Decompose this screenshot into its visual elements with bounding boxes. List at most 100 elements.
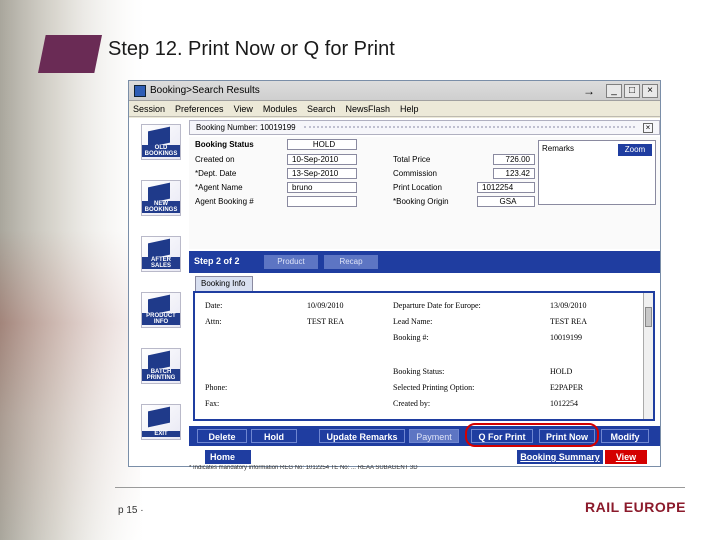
status-bar: * Indicates mandatory information REG No… [189, 465, 418, 471]
date-value: 10/09/2010 [307, 301, 344, 310]
arrow-icon[interactable]: → [578, 84, 600, 98]
sidebar-item-label: OLD BOOKINGS [142, 145, 180, 157]
app-icon [134, 84, 146, 97]
attn-value: TEST REA [307, 317, 344, 326]
tab-strip: Booking Info [189, 273, 660, 291]
booking-status-label: Booking Status: [393, 367, 445, 376]
divider [303, 126, 635, 129]
agent-booking-field[interactable] [287, 196, 357, 207]
home-button[interactable]: Home [205, 450, 251, 464]
booking-number-value: 10019199 [550, 333, 582, 342]
scroll-thumb[interactable] [645, 307, 652, 327]
menu-modules[interactable]: Modules [263, 104, 297, 114]
sidebar-item-label: EXIT [142, 431, 180, 437]
product-info-button[interactable]: PRODUCT INFO [141, 292, 181, 328]
menu-help[interactable]: Help [400, 104, 419, 114]
created-by-label: Created by: [393, 399, 431, 408]
departure-value: 13/09/2010 [550, 301, 587, 310]
exit-button[interactable]: EXIT [141, 404, 181, 440]
action-bar: Delete Hold Update Remarks Payment Q For… [189, 423, 660, 447]
new-bookings-button[interactable]: NEW BOOKINGS [141, 180, 181, 216]
delete-button[interactable]: Delete [197, 429, 247, 443]
sidebar-item-label: PRODUCT INFO [142, 313, 180, 325]
menu-view[interactable]: View [234, 104, 253, 114]
booking-status-value: HOLD [550, 367, 573, 376]
after-sales-button[interactable]: AFTER SALES [141, 236, 181, 272]
sidebar-item-label: BATCH PRINTING [142, 369, 180, 381]
attn-label: Attn: [205, 317, 222, 326]
minimize-button[interactable]: _ [606, 83, 622, 98]
printing-option-value: E2PAPER [550, 383, 584, 392]
booking-summary-button[interactable]: Booking Summary [517, 450, 603, 464]
remarks-box[interactable]: Remarks Zoom [538, 140, 656, 205]
menu-session[interactable]: Session [133, 104, 165, 114]
total-price-label: Total Price [393, 155, 431, 164]
created-by-value: 1012254 [550, 399, 578, 408]
tab-recap[interactable]: Recap [324, 255, 378, 269]
print-options-highlight [465, 423, 599, 447]
menu-preferences[interactable]: Preferences [175, 104, 224, 114]
brand-logo: RAIL EUROPE [585, 499, 686, 515]
total-price-value: 726.00 [493, 154, 535, 165]
window-title: Booking>Search Results [150, 85, 260, 96]
menu-newsflash[interactable]: NewsFlash [345, 104, 390, 114]
booking-number: Booking Number: 10019199 [196, 123, 296, 132]
tab-product[interactable]: Product [264, 255, 318, 269]
tab-booking-info[interactable]: Booking Info [195, 276, 253, 291]
step-indicator: Step 2 of 2 [194, 256, 240, 266]
sidebar: OLD BOOKINGS NEW BOOKINGS AFTER SALES PR… [129, 118, 189, 466]
scrollbar[interactable] [643, 293, 653, 419]
booking-origin-label: *Booking Origin [393, 197, 449, 206]
remarks-label: Remarks [542, 144, 575, 153]
print-location-label: Print Location [393, 183, 442, 192]
date-label: Date: [205, 301, 223, 310]
booking-info-section: Booking Status HOLD Created on 10-Sep-20… [189, 137, 660, 249]
booking-status-value: HOLD [287, 139, 357, 150]
view-button[interactable]: View [605, 450, 647, 464]
booking-number-bar: Booking Number: 10019199 × [189, 120, 660, 135]
batch-printing-button[interactable]: BATCH PRINTING [141, 348, 181, 384]
old-bookings-button[interactable]: OLD BOOKINGS [141, 124, 181, 160]
bottom-nav: Home Booking Summary View [189, 450, 660, 464]
payment-button[interactable]: Payment [409, 429, 459, 443]
hold-button[interactable]: Hold [251, 429, 297, 443]
sidebar-item-label: NEW BOOKINGS [142, 201, 180, 213]
departure-label: Departure Date for Europe: [393, 301, 481, 310]
dept-date-field[interactable]: 13-Sep-2010 [287, 168, 357, 179]
lead-name-label: Lead Name: [393, 317, 433, 326]
menu-bar: Session Preferences View Modules Search … [129, 101, 660, 117]
booking-origin-value: GSA [477, 196, 535, 207]
created-on-value: 10-Sep-2010 [287, 154, 357, 165]
booking-status-label: Booking Status [195, 140, 254, 149]
dept-date-label: *Dept. Date [195, 169, 237, 178]
main-panel: Booking Number: 10019199 × Booking Statu… [189, 118, 660, 466]
step-bar: Step 2 of 2 Product Recap [189, 251, 660, 273]
agent-name-field[interactable]: bruno [287, 182, 357, 193]
maximize-button[interactable]: □ [624, 83, 640, 98]
modify-button[interactable]: Modify [601, 429, 649, 443]
window-titlebar: Booking>Search Results → _ □ × [129, 81, 660, 101]
agent-name-label: *Agent Name [195, 183, 243, 192]
close-icon[interactable]: × [643, 122, 653, 133]
commission-value: 123.42 [493, 168, 535, 179]
window-content: OLD BOOKINGS NEW BOOKINGS AFTER SALES PR… [129, 118, 660, 471]
sidebar-item-label: AFTER SALES [142, 257, 180, 269]
exit-icon [148, 406, 170, 428]
update-remarks-button[interactable]: Update Remarks [319, 429, 405, 443]
agent-booking-label: Agent Booking # [195, 197, 254, 206]
fax-label: Fax: [205, 399, 220, 408]
slide-title: Step 12. Print Now or Q for Print [108, 38, 395, 60]
booking-number-label: Booking #: [393, 333, 429, 342]
phone-label: Phone: [205, 383, 228, 392]
footer-divider [115, 487, 685, 488]
commission-label: Commission [393, 169, 438, 178]
created-on-label: Created on [195, 155, 235, 164]
slide-accent-shape [38, 35, 102, 73]
page-number: p 15 · [118, 505, 144, 516]
application-window: Booking>Search Results → _ □ × Session P… [128, 80, 661, 471]
zoom-button[interactable]: Zoom [618, 144, 652, 156]
close-button[interactable]: × [642, 83, 658, 98]
menu-search[interactable]: Search [307, 104, 336, 114]
printing-option-label: Selected Printing Option: [393, 383, 475, 392]
print-location-value: 1012254 [477, 182, 535, 193]
